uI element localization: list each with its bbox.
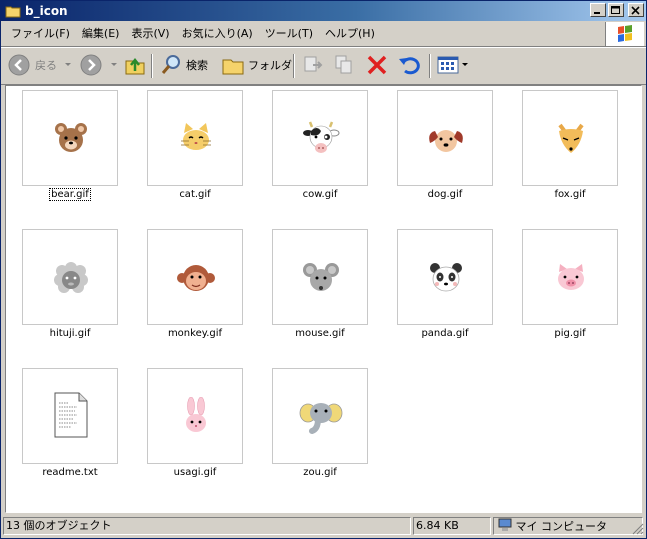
status-bar: 13 個のオブジェクト 6.84 KB マイ コンピュータ bbox=[1, 515, 646, 537]
thumbnail-bear[interactable] bbox=[22, 90, 118, 186]
folder-icon bbox=[5, 4, 21, 18]
up-folder-icon bbox=[125, 57, 145, 75]
rabbit-icon bbox=[186, 397, 206, 432]
my-computer-icon bbox=[498, 518, 512, 531]
fox-icon bbox=[558, 123, 584, 153]
thumbnail-cow[interactable] bbox=[272, 90, 368, 186]
move-to-icon bbox=[304, 56, 323, 72]
folder-icon bbox=[222, 59, 244, 75]
file-label[interactable]: bear.gif bbox=[15, 188, 125, 201]
cat-icon bbox=[181, 123, 211, 150]
back-button[interactable]: 戻る bbox=[7, 52, 73, 78]
thumbnail-elephant[interactable] bbox=[272, 368, 368, 464]
file-label[interactable]: dog.gif bbox=[390, 188, 500, 201]
windows-logo-icon bbox=[605, 22, 644, 46]
status-object-count: 13 個のオブジェクト bbox=[3, 517, 411, 535]
dog-icon bbox=[429, 130, 463, 152]
forward-arrow-icon bbox=[80, 54, 102, 76]
cow-icon bbox=[303, 121, 340, 153]
explorer-window: b_icon ファイル(F) 編集(E) 表示(V) お気に入り(A) ツール(… bbox=[0, 0, 647, 539]
file-label[interactable]: usagi.gif bbox=[140, 466, 250, 479]
menu-view[interactable]: 表示(V) bbox=[125, 27, 175, 41]
search-label: 検索 bbox=[186, 59, 208, 72]
chevron-down-icon bbox=[111, 63, 117, 66]
thumbnail-rabbit[interactable] bbox=[147, 368, 243, 464]
file-label[interactable]: fox.gif bbox=[515, 188, 625, 201]
copy-to-button[interactable] bbox=[333, 52, 357, 78]
thumbnail-pig[interactable] bbox=[522, 229, 618, 325]
elephant-icon bbox=[299, 403, 343, 434]
file-label[interactable]: monkey.gif bbox=[140, 327, 250, 340]
toolbar-separator bbox=[429, 54, 431, 78]
file-label[interactable]: zou.gif bbox=[265, 466, 375, 479]
chevron-down-icon bbox=[65, 63, 71, 66]
file-label[interactable]: readme.txt bbox=[15, 466, 125, 479]
back-arrow-icon bbox=[8, 54, 30, 76]
forward-button[interactable] bbox=[79, 52, 119, 78]
thumbnail-panda[interactable] bbox=[397, 229, 493, 325]
maximize-button[interactable] bbox=[608, 3, 624, 17]
search-button[interactable]: 検索 bbox=[159, 52, 208, 78]
up-folder-button[interactable] bbox=[123, 52, 147, 78]
views-icon bbox=[437, 56, 459, 74]
window-title: b_icon bbox=[25, 4, 68, 18]
folders-label: フォルダ bbox=[248, 59, 292, 72]
chevron-down-icon bbox=[462, 63, 468, 66]
status-size: 6.84 KB bbox=[413, 517, 491, 535]
views-button[interactable] bbox=[437, 52, 469, 78]
pig-icon bbox=[558, 264, 584, 290]
menu-help[interactable]: ヘルプ(H) bbox=[319, 27, 381, 41]
toolbar-separator bbox=[293, 54, 295, 78]
thumbnail-readme[interactable] bbox=[22, 368, 118, 464]
copy-to-icon bbox=[335, 55, 352, 74]
file-label[interactable]: pig.gif bbox=[515, 327, 625, 340]
sheep-icon bbox=[54, 262, 88, 293]
thumbnail-mouse[interactable] bbox=[272, 229, 368, 325]
folders-button[interactable]: フォルダ bbox=[221, 52, 292, 78]
thumbnail-cat[interactable] bbox=[147, 90, 243, 186]
title-bar[interactable]: b_icon bbox=[1, 1, 646, 21]
status-location: マイ コンピュータ bbox=[493, 517, 643, 535]
file-label[interactable]: hituji.gif bbox=[15, 327, 125, 340]
toolbar-separator bbox=[151, 54, 153, 78]
thumbnail-sheep[interactable] bbox=[22, 229, 118, 325]
back-label: 戻る bbox=[35, 59, 57, 72]
panda-icon bbox=[430, 263, 462, 292]
minimize-button[interactable] bbox=[590, 3, 606, 17]
menu-file[interactable]: ファイル(F) bbox=[5, 27, 76, 41]
menu-bar: ファイル(F) 編集(E) 表示(V) お気に入り(A) ツール(T) ヘルプ(… bbox=[1, 22, 646, 47]
delete-icon bbox=[367, 55, 387, 75]
thumbnail-monkey[interactable] bbox=[147, 229, 243, 325]
search-icon bbox=[161, 55, 180, 74]
toolbar: 戻る 検索 フォルダ bbox=[1, 47, 646, 85]
file-label[interactable]: cow.gif bbox=[265, 188, 375, 201]
undo-button[interactable] bbox=[397, 52, 421, 78]
undo-icon bbox=[399, 57, 420, 75]
move-to-button[interactable] bbox=[301, 52, 325, 78]
text-file-icon bbox=[54, 392, 88, 438]
file-label[interactable]: cat.gif bbox=[140, 188, 250, 201]
delete-button[interactable] bbox=[365, 52, 389, 78]
file-label[interactable]: mouse.gif bbox=[265, 327, 375, 340]
close-button[interactable] bbox=[628, 3, 644, 17]
resize-grip-icon[interactable] bbox=[632, 523, 644, 535]
file-list-view[interactable]: bear.gif cat.gif cow.gif dog.gif fox.gif… bbox=[5, 85, 642, 513]
mouse-icon bbox=[303, 263, 339, 291]
menu-favorites[interactable]: お気に入り(A) bbox=[176, 27, 259, 41]
bear-icon bbox=[55, 123, 87, 152]
menu-edit[interactable]: 編集(E) bbox=[76, 27, 126, 41]
thumbnail-dog[interactable] bbox=[397, 90, 493, 186]
status-location-label: マイ コンピュータ bbox=[515, 520, 608, 533]
monkey-icon bbox=[177, 265, 215, 291]
menu-tools[interactable]: ツール(T) bbox=[259, 27, 319, 41]
file-label[interactable]: panda.gif bbox=[390, 327, 500, 340]
thumbnail-fox[interactable] bbox=[522, 90, 618, 186]
